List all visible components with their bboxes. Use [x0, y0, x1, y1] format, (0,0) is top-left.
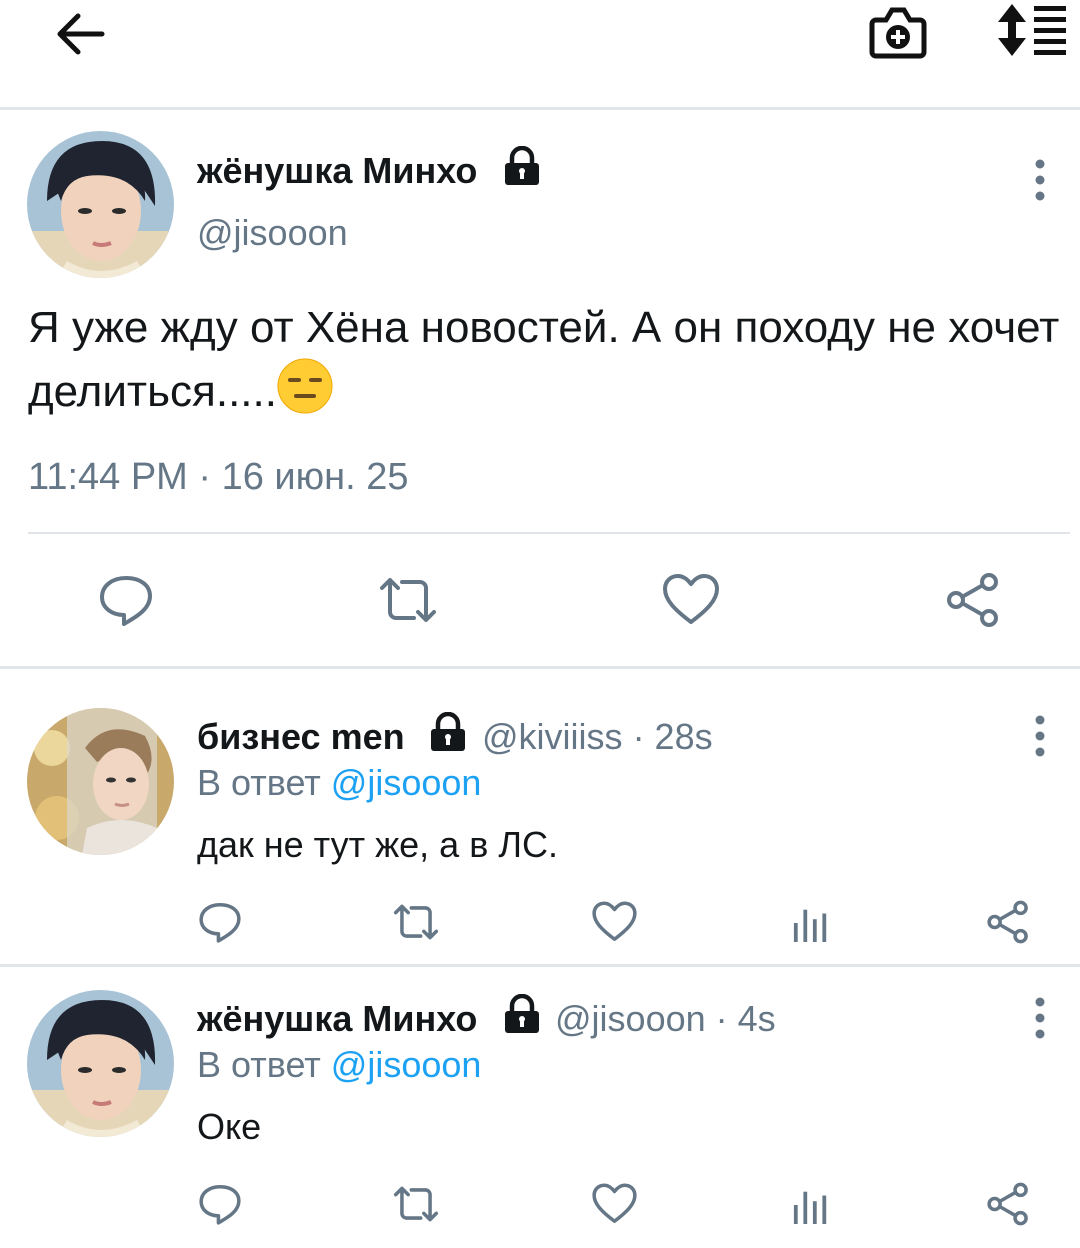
section-divider	[0, 964, 1080, 967]
like-icon[interactable]	[591, 1182, 638, 1226]
author-name[interactable]: жёнушка Минхо	[197, 998, 477, 1040]
avatar[interactable]	[27, 131, 174, 278]
section-divider	[0, 666, 1080, 669]
lock-icon	[431, 712, 465, 751]
mention-link[interactable]: @jisooon	[331, 762, 482, 803]
sort-icon[interactable]	[996, 2, 1068, 58]
retweet-icon[interactable]	[376, 572, 440, 628]
author-name[interactable]: жёнушка Минхо	[197, 150, 477, 192]
reply-to-label: В ответ	[197, 1044, 321, 1085]
divider	[28, 532, 1070, 534]
more-vertical-icon[interactable]	[1030, 158, 1050, 202]
reply-context: В ответ @jisooon	[197, 762, 481, 804]
tweet-text: Я уже жду от Хёна новостей. А он походу …	[28, 298, 1068, 422]
avatar-image	[27, 708, 174, 855]
analytics-icon[interactable]	[792, 1184, 830, 1226]
more-vertical-icon[interactable]	[1030, 996, 1050, 1040]
handle-text[interactable]: @kiviiiss	[482, 716, 623, 757]
analytics-icon[interactable]	[792, 902, 830, 944]
more-vertical-icon[interactable]	[1030, 714, 1050, 758]
avatar[interactable]	[27, 990, 174, 1137]
reply-icon[interactable]	[198, 1182, 242, 1226]
lock-icon	[505, 146, 539, 185]
author-handle: @kiviiiss · 28s	[482, 716, 713, 758]
tweet-timestamp: 11:44 PM · 16 июн. 25	[28, 456, 409, 498]
retweet-icon[interactable]	[391, 900, 441, 944]
tweet-age: · 4s	[715, 998, 776, 1039]
back-arrow-icon[interactable]	[50, 8, 110, 60]
retweet-icon[interactable]	[391, 1182, 441, 1226]
add-photo-icon[interactable]	[866, 2, 930, 62]
reply-icon[interactable]	[198, 900, 242, 944]
like-icon[interactable]	[591, 900, 638, 944]
reply-body: Оке	[197, 1106, 262, 1147]
avatar-image	[27, 131, 174, 278]
share-icon[interactable]	[986, 900, 1030, 944]
like-icon[interactable]	[661, 572, 721, 628]
expressionless-face-icon	[277, 358, 333, 414]
share-icon[interactable]	[945, 572, 1001, 628]
share-icon[interactable]	[986, 1182, 1030, 1226]
tweet-body: Я уже жду от Хёна новостей. А он походу …	[28, 303, 1060, 416]
reply-to-label: В ответ	[197, 762, 321, 803]
reply-context: В ответ @jisooon	[197, 1044, 481, 1086]
avatar-image	[27, 990, 174, 1137]
lock-icon	[505, 994, 539, 1033]
author-handle: @jisooon · 4s	[555, 998, 776, 1040]
author-name[interactable]: бизнес men	[197, 716, 405, 758]
handle-text[interactable]: @jisooon	[555, 998, 706, 1039]
reply-body: дак не тут же, а в ЛС.	[197, 824, 558, 865]
mention-link[interactable]: @jisooon	[331, 1044, 482, 1085]
reply-icon[interactable]	[98, 572, 154, 628]
author-handle[interactable]: @jisooon	[197, 212, 348, 254]
avatar[interactable]	[27, 708, 174, 855]
tweet-age: · 28s	[632, 716, 713, 757]
top-app-bar	[0, 0, 1080, 110]
